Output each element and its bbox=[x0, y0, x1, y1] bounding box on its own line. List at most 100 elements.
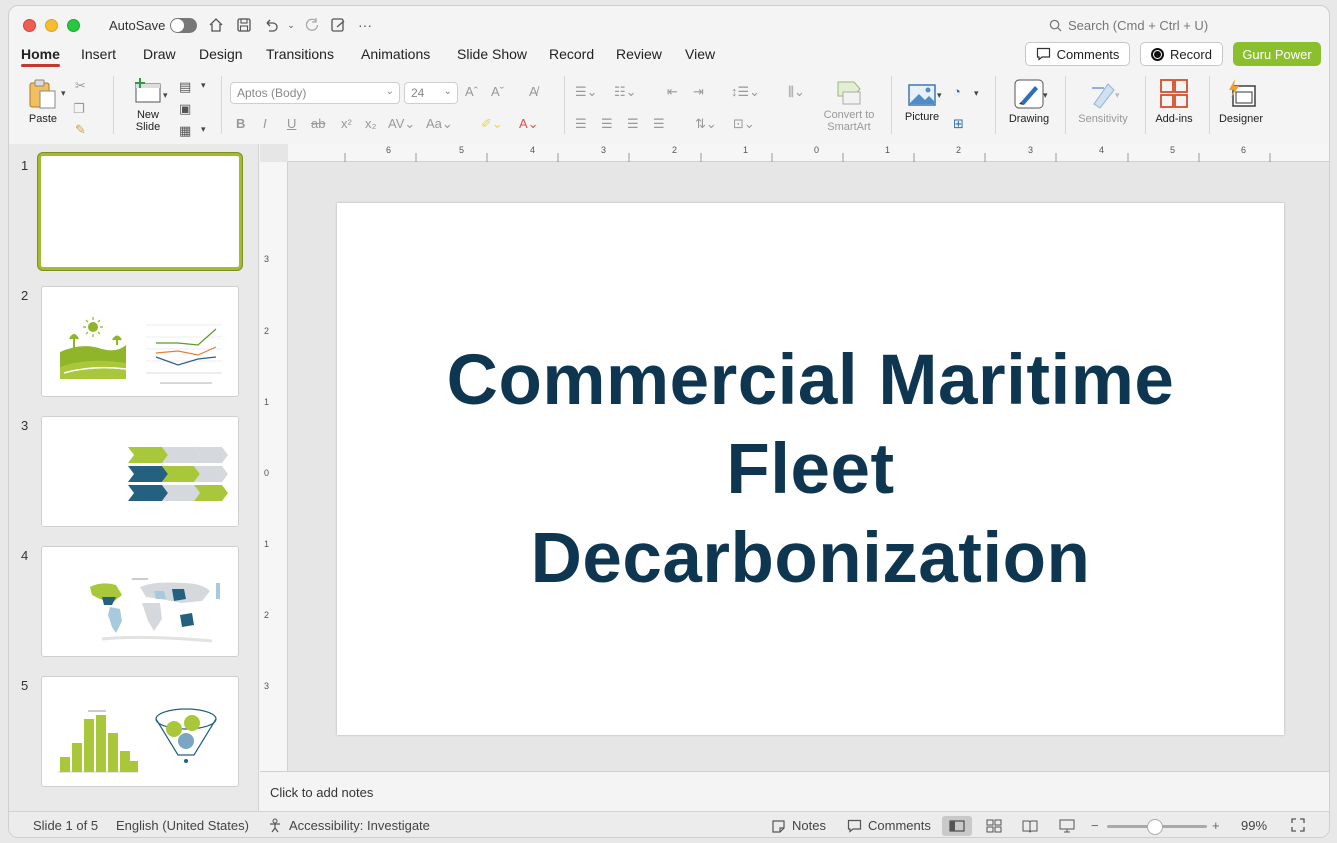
slide-thumbnail-5[interactable] bbox=[41, 676, 239, 787]
superscript-icon[interactable]: x² bbox=[341, 116, 352, 131]
undo-dropdown-icon[interactable]: ⌄ bbox=[282, 16, 300, 34]
grow-font-icon[interactable]: Aˆ bbox=[465, 84, 478, 99]
accessibility-status[interactable]: Accessibility: Investigate bbox=[268, 818, 430, 833]
slide-thumbnail-4[interactable] bbox=[41, 546, 239, 657]
zoom-button[interactable] bbox=[67, 19, 80, 32]
font-size-combo[interactable]: 24 ⌄ bbox=[404, 82, 458, 104]
section-dropdown-icon[interactable]: ▾ bbox=[201, 124, 206, 135]
sensitivity-button[interactable]: Sensitivity bbox=[1073, 78, 1133, 125]
numbering-icon[interactable]: ☷⌄ bbox=[614, 84, 637, 100]
drawing-button[interactable]: Drawing bbox=[1003, 78, 1055, 125]
italic-icon[interactable]: I bbox=[263, 116, 267, 131]
tab-slide-show[interactable]: Slide Show bbox=[457, 46, 527, 62]
notes-pane[interactable]: Click to add notes bbox=[260, 771, 1329, 811]
present-icon[interactable] bbox=[329, 16, 347, 34]
notes-toggle[interactable]: Notes bbox=[771, 818, 826, 833]
underline-icon[interactable]: U bbox=[287, 116, 296, 131]
tab-transitions[interactable]: Transitions bbox=[266, 46, 334, 62]
comments-toggle[interactable]: Comments bbox=[847, 818, 931, 833]
guru-power-button[interactable]: Guru Power bbox=[1233, 42, 1321, 66]
clear-format-icon[interactable]: A̸ bbox=[529, 84, 538, 99]
picture-button[interactable]: Picture bbox=[899, 82, 945, 123]
section-icon[interactable]: ▦ bbox=[179, 123, 191, 139]
minimize-button[interactable] bbox=[45, 19, 58, 32]
record-button[interactable]: Record bbox=[1140, 42, 1223, 66]
align-text-icon[interactable]: ⊡⌄ bbox=[733, 116, 755, 132]
zoom-out-icon[interactable]: − bbox=[1091, 818, 1099, 833]
tab-draw[interactable]: Draw bbox=[143, 46, 176, 62]
shapes-dropdown-icon[interactable]: ▾ bbox=[974, 88, 979, 99]
reset-icon[interactable]: ▣ bbox=[179, 101, 191, 117]
slideshow-view-icon[interactable] bbox=[1052, 816, 1082, 836]
comments-button-label: Comments bbox=[1056, 46, 1120, 62]
shrink-font-icon[interactable]: Aˇ bbox=[491, 84, 504, 99]
sensitivity-dropdown-icon[interactable]: ▾ bbox=[1115, 90, 1120, 101]
tab-insert[interactable]: Insert bbox=[81, 46, 116, 62]
convert-smartart-button[interactable]: Convert to SmartArt bbox=[815, 80, 883, 133]
language-status[interactable]: English (United States) bbox=[116, 818, 249, 833]
slide-title[interactable]: Commercial Maritime Fleet Decarbonizatio… bbox=[401, 336, 1221, 603]
save-icon[interactable] bbox=[235, 16, 253, 34]
picture-dropdown-icon[interactable]: ▾ bbox=[937, 90, 942, 101]
slide-thumbnail-1[interactable] bbox=[38, 153, 242, 270]
zoom-in-icon[interactable]: + bbox=[1212, 818, 1220, 833]
current-slide[interactable]: Commercial Maritime Fleet Decarbonizatio… bbox=[337, 203, 1284, 735]
increase-indent-icon[interactable]: ⇥ bbox=[693, 84, 704, 100]
font-color-icon[interactable]: A⌄ bbox=[519, 116, 539, 132]
drawing-dropdown-icon[interactable]: ▾ bbox=[1043, 90, 1048, 101]
bold-icon[interactable]: B bbox=[236, 116, 245, 131]
comments-button[interactable]: Comments bbox=[1025, 42, 1130, 66]
line-spacing-icon[interactable]: ↕☰⌄ bbox=[731, 84, 760, 100]
align-right-icon[interactable]: ☰ bbox=[627, 116, 639, 132]
shapes-icon[interactable]: ◔ bbox=[953, 84, 961, 99]
fit-to-window-icon[interactable] bbox=[1291, 818, 1305, 835]
redo-icon[interactable] bbox=[303, 16, 321, 34]
paste-button[interactable]: Paste bbox=[23, 78, 63, 125]
bullets-icon[interactable]: ☰⌄ bbox=[575, 84, 598, 100]
zoom-slider-handle[interactable] bbox=[1147, 819, 1163, 835]
char-spacing-icon[interactable]: AV⌄ bbox=[388, 116, 415, 132]
strikethrough-icon[interactable]: ab bbox=[311, 116, 325, 131]
slide-sorter-icon[interactable] bbox=[979, 816, 1009, 836]
tab-review[interactable]: Review bbox=[616, 46, 662, 62]
textbox-icon[interactable]: ⊞ bbox=[953, 116, 964, 132]
tab-record[interactable]: Record bbox=[549, 46, 594, 62]
undo-icon[interactable] bbox=[262, 16, 280, 34]
align-center-icon[interactable]: ☰ bbox=[601, 116, 613, 132]
text-direction-icon[interactable]: ⇅⌄ bbox=[695, 116, 717, 132]
tab-design[interactable]: Design bbox=[199, 46, 243, 62]
normal-view-icon[interactable] bbox=[942, 816, 972, 836]
cut-icon[interactable]: ✂ bbox=[75, 78, 86, 94]
add-ins-button[interactable]: Add-ins bbox=[1151, 78, 1197, 125]
close-button[interactable] bbox=[23, 19, 36, 32]
layout-icon[interactable]: ▤ bbox=[179, 79, 191, 95]
decrease-indent-icon[interactable]: ⇤ bbox=[667, 84, 678, 100]
zoom-level[interactable]: 99% bbox=[1241, 818, 1267, 833]
paste-dropdown-icon[interactable]: ▾ bbox=[61, 88, 66, 99]
new-slide-button[interactable]: New Slide bbox=[125, 78, 171, 133]
format-painter-icon[interactable]: ✎ bbox=[75, 122, 86, 138]
home-icon[interactable] bbox=[207, 16, 225, 34]
slide-4-preview bbox=[90, 578, 220, 643]
more-icon[interactable]: ··· bbox=[356, 16, 374, 34]
reading-view-icon[interactable] bbox=[1015, 816, 1045, 836]
autosave-toggle[interactable] bbox=[170, 18, 197, 33]
slide-5-preview bbox=[58, 708, 217, 773]
change-case-icon[interactable]: Aa⌄ bbox=[426, 116, 453, 132]
justify-icon[interactable]: ☰ bbox=[653, 116, 665, 132]
slide-thumbnail-3[interactable] bbox=[41, 416, 239, 527]
copy-icon[interactable]: ❐ bbox=[73, 101, 85, 117]
tab-view[interactable]: View bbox=[685, 46, 715, 62]
highlight-icon[interactable]: ✐⌄ bbox=[481, 116, 503, 132]
subscript-icon[interactable]: x₂ bbox=[365, 116, 377, 131]
tab-home[interactable]: Home bbox=[21, 46, 60, 67]
columns-icon[interactable]: ⫼⌄ bbox=[788, 84, 805, 100]
tab-animations[interactable]: Animations bbox=[361, 46, 430, 62]
search-box[interactable]: Search (Cmd + Ctrl + U) bbox=[1049, 18, 1208, 33]
new-slide-dropdown-icon[interactable]: ▾ bbox=[163, 90, 168, 101]
slide-thumbnail-2[interactable] bbox=[41, 286, 239, 397]
designer-button[interactable]: Designer bbox=[1215, 78, 1267, 125]
align-left-icon[interactable]: ☰ bbox=[575, 116, 587, 132]
layout-dropdown-icon[interactable]: ▾ bbox=[201, 80, 206, 91]
font-name-combo[interactable]: Aptos (Body) ⌄ bbox=[230, 82, 400, 104]
